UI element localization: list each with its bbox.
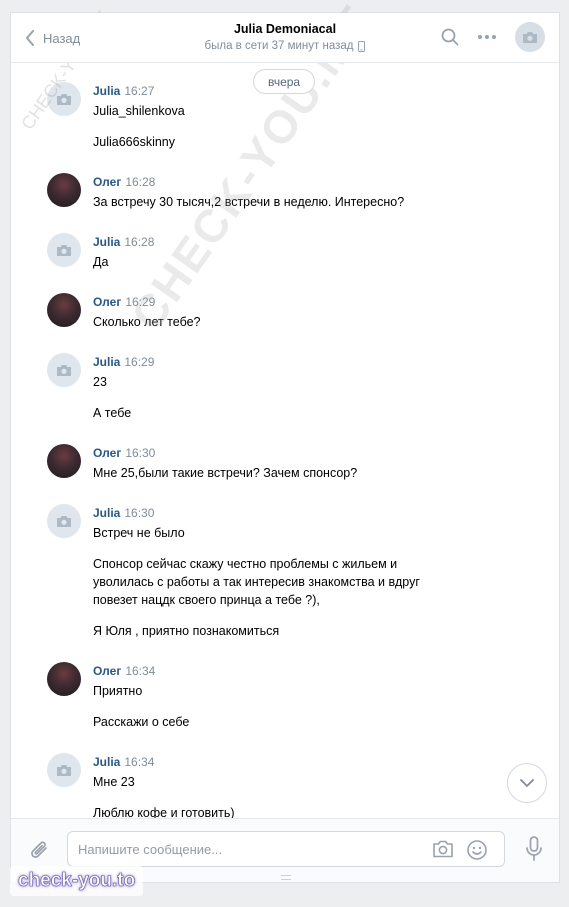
message-history[interactable]: вчера Есть инста?Julia16:27Julia_shilenk… bbox=[11, 64, 559, 820]
message-author[interactable]: Олег bbox=[93, 175, 121, 189]
message-meta: Julia 16:27 bbox=[93, 84, 154, 98]
camera-icon bbox=[57, 364, 71, 376]
message-avatar[interactable] bbox=[47, 173, 81, 207]
message-group[interactable]: Julia 16:30 Встреч не было Спонсор сейчас с… bbox=[11, 500, 559, 640]
message-author[interactable]: Олег bbox=[93, 295, 121, 309]
message-author[interactable]: Олег bbox=[93, 664, 121, 678]
date-divider: вчера bbox=[253, 69, 316, 94]
emoji-button[interactable] bbox=[466, 839, 488, 866]
message-text: Да bbox=[93, 255, 109, 269]
scroll-down-button[interactable] bbox=[507, 763, 547, 803]
peer-status-text: была в сети 37 минут назад bbox=[204, 40, 354, 52]
message-text: Я Юля , приятно познакомиться bbox=[93, 624, 280, 638]
message-meta: Олег 16:28 bbox=[93, 175, 155, 189]
message-text: Julia666skinny bbox=[93, 135, 175, 149]
message-input[interactable] bbox=[78, 832, 418, 866]
message-author[interactable]: Julia bbox=[93, 355, 120, 369]
message-avatar[interactable] bbox=[47, 504, 81, 538]
chevron-down-icon bbox=[520, 778, 534, 787]
resize-grip[interactable] bbox=[281, 875, 291, 880]
message-input-box bbox=[67, 831, 505, 867]
search-button[interactable] bbox=[441, 28, 459, 46]
message-avatar[interactable] bbox=[47, 444, 81, 478]
message-text: За встречу 30 тысяч,2 встречи в неделю. … bbox=[93, 195, 405, 209]
message-text: Встреч не было bbox=[93, 526, 185, 540]
message-meta: Олег 16:34 bbox=[93, 664, 155, 678]
phone-icon bbox=[358, 40, 366, 52]
message-time[interactable]: 16:29 bbox=[125, 295, 155, 309]
attach-button[interactable] bbox=[29, 839, 51, 868]
camera-icon bbox=[523, 31, 537, 43]
message-text: Мне 23 bbox=[93, 775, 135, 789]
peer-avatar[interactable] bbox=[515, 22, 545, 52]
message-meta: Julia 16:30 bbox=[93, 506, 154, 520]
message-avatar[interactable] bbox=[47, 662, 81, 696]
watermark-badge: check-you.to bbox=[10, 866, 144, 896]
message-group[interactable]: Олег 16:34 Приятно Расскажи о себе bbox=[11, 658, 559, 731]
message-time[interactable]: 16:28 bbox=[125, 175, 155, 189]
camera-icon bbox=[57, 93, 71, 105]
message-group[interactable]: Олег 16:28 За встречу 30 тысяч,2 встречи в… bbox=[11, 169, 559, 211]
message-avatar[interactable] bbox=[47, 293, 81, 327]
message-meta: Олег 16:29 bbox=[93, 295, 155, 309]
message-text: Мне 25,были такие встречи? Зачем спонсор… bbox=[93, 466, 358, 480]
message-meta: Julia 16:34 bbox=[93, 755, 154, 769]
message-group[interactable]: Julia 16:29 23 А тебе bbox=[11, 349, 559, 422]
message-avatar[interactable] bbox=[47, 353, 81, 387]
message-author[interactable]: Олег bbox=[93, 446, 121, 460]
chat-panel: Назад Julia Demoniacal была в сети 37 ми… bbox=[10, 12, 560, 883]
message-time[interactable]: 16:34 bbox=[124, 755, 154, 769]
message-time[interactable]: 16:34 bbox=[125, 664, 155, 678]
message-meta: Олег 16:30 bbox=[93, 446, 155, 460]
message-time[interactable]: 16:28 bbox=[124, 235, 154, 249]
message-time[interactable]: 16:30 bbox=[124, 506, 154, 520]
message-time[interactable]: 16:29 bbox=[124, 355, 154, 369]
message-avatar[interactable] bbox=[47, 753, 81, 787]
more-icon bbox=[478, 35, 496, 39]
message-group[interactable]: Олег 16:29 Сколько лет тебе? bbox=[11, 289, 559, 331]
message-text: Расскажи о себе bbox=[93, 715, 190, 729]
message-author[interactable]: Julia bbox=[93, 84, 120, 98]
message-time[interactable]: 16:30 bbox=[125, 446, 155, 460]
message-author[interactable]: Julia bbox=[93, 755, 120, 769]
message-list: Есть инста?Julia16:27Julia_shilenkovaJul… bbox=[11, 64, 559, 820]
voice-message-button[interactable] bbox=[525, 836, 543, 867]
message-text: 23 bbox=[93, 375, 107, 389]
search-icon bbox=[441, 28, 459, 46]
message-author[interactable]: Julia bbox=[93, 235, 120, 249]
camera-button[interactable] bbox=[432, 839, 454, 864]
smile-icon bbox=[467, 840, 487, 860]
microphone-icon bbox=[526, 836, 542, 861]
message-group[interactable]: Julia 16:28 Да bbox=[11, 229, 559, 271]
message-time[interactable]: 16:27 bbox=[124, 84, 154, 98]
message-text: Приятно bbox=[93, 684, 143, 698]
more-button[interactable] bbox=[477, 34, 497, 40]
message-texts: Встреч не было Спонсор сейчас скажу честн… bbox=[11, 500, 559, 640]
message-meta: Julia 16:29 bbox=[93, 355, 154, 369]
message-meta: Julia 16:28 bbox=[93, 235, 154, 249]
header-actions bbox=[441, 22, 545, 52]
message-author[interactable]: Julia bbox=[93, 506, 120, 520]
message-text: Julia_shilenkova bbox=[93, 104, 185, 118]
message-group[interactable]: Julia16:34Мне 23Люблю кофе и готовить)Я.… bbox=[11, 749, 559, 820]
message-text: Спонсор сейчас скажу честно проблемы с ж… bbox=[93, 557, 420, 607]
camera-icon bbox=[57, 515, 71, 527]
camera-icon bbox=[57, 764, 71, 776]
back-button[interactable]: Назад bbox=[25, 27, 80, 49]
message-text: А тебе bbox=[93, 406, 132, 420]
message-group[interactable]: Олег 16:30 Мне 25,были такие встречи? Заче… bbox=[11, 440, 559, 482]
camera-icon bbox=[57, 244, 71, 256]
message-avatar[interactable] bbox=[47, 233, 81, 267]
message-text: Сколько лет тебе? bbox=[93, 315, 201, 329]
back-label: Назад bbox=[43, 30, 81, 46]
message-avatar[interactable] bbox=[47, 82, 81, 116]
chevron-left-icon bbox=[26, 30, 34, 46]
chat-header: Назад Julia Demoniacal была в сети 37 ми… bbox=[11, 13, 559, 63]
camera-icon bbox=[433, 840, 453, 858]
paperclip-icon bbox=[31, 841, 47, 858]
